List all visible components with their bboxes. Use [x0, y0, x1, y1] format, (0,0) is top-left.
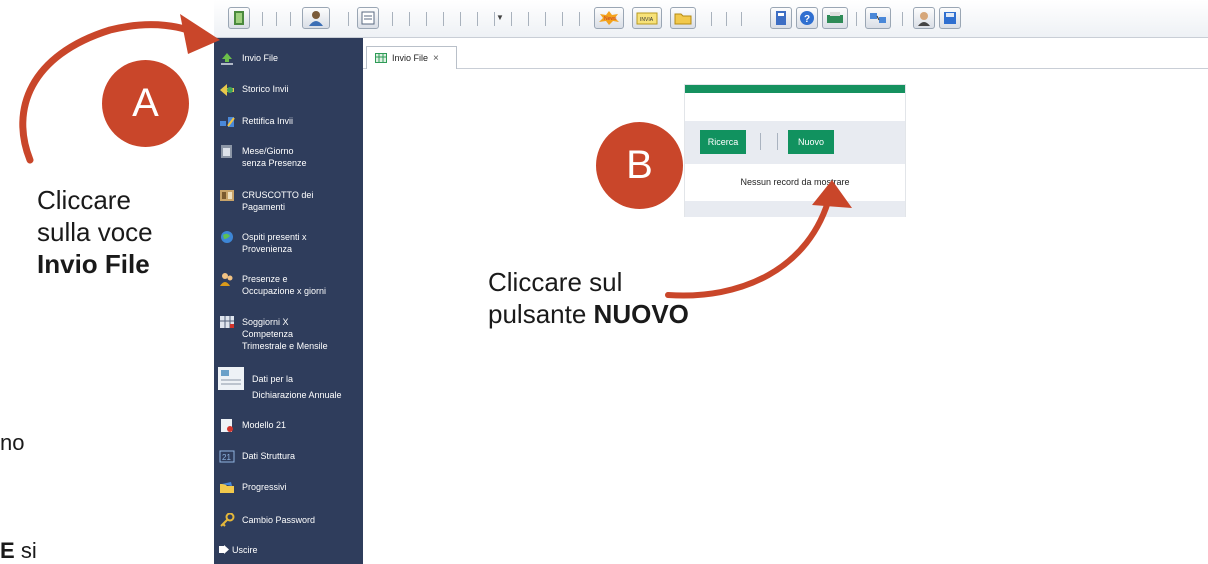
sidebar-item-progressivi[interactable]: Progressivi	[214, 480, 363, 494]
sidebar-item-soggiorni[interactable]: Soggiorni X Competenza Trimestrale e Men…	[214, 315, 363, 352]
clipped-text-2-bold: E	[0, 538, 15, 563]
sidebar-item-label: Modello 21	[242, 420, 287, 430]
badge-a: A	[102, 60, 189, 147]
panel-header-bar	[685, 85, 905, 93]
panel-toolbar: Ricerca Nuovo	[685, 121, 905, 164]
tab-label: Invio File	[392, 53, 429, 63]
note-a: Cliccare sulla voce Invio File	[37, 184, 153, 280]
note-a-bold: Invio File	[37, 249, 150, 279]
edit-icon	[220, 117, 235, 127]
upload-icon	[221, 53, 233, 65]
clipped-text-2: E si	[0, 538, 37, 564]
table-icon	[375, 53, 387, 63]
sidebar-item-storico-invii[interactable]: Storico Invii	[214, 82, 363, 96]
logout-icon	[219, 545, 229, 554]
operator-icon[interactable]	[913, 7, 935, 29]
sidebar-item-dichiarazione[interactable]: Dati per la Dichiarazione Annuale	[214, 366, 363, 403]
svg-text:News: News	[604, 16, 617, 22]
clipped-text-1: no	[0, 430, 25, 455]
tab-invio-file[interactable]: Invio File ×	[366, 46, 457, 69]
sidebar-item-label: CRUSCOTTO dei Pagamenti	[242, 190, 314, 212]
tab-strip: Invio File ×	[363, 38, 1208, 69]
sidebar-item-label: Invio File	[242, 53, 279, 63]
key-icon	[220, 513, 235, 527]
sidebar-item-modello-21[interactable]: Modello 21	[214, 418, 363, 432]
sidebar-item-rettifica-invii[interactable]: Rettifica Invii	[214, 114, 363, 128]
exit-door-icon[interactable]	[228, 7, 250, 29]
content-panel: Ricerca Nuovo Nessun record da mostrare	[684, 84, 906, 217]
note-b-line2: pulsante	[488, 299, 587, 329]
sidebar-item-label: Presenze e Occupazione x giorni	[242, 274, 327, 296]
toolbar: ▼ News INVIA ?	[214, 0, 1208, 38]
panel-footer	[685, 201, 905, 217]
history-icon	[220, 84, 234, 96]
chevron-down-icon[interactable]: ▼	[496, 13, 504, 22]
sidebar-item-invio-file[interactable]: Invio File	[214, 51, 363, 65]
badge-b: B	[596, 122, 683, 209]
clipped-text-2-rest: si	[20, 538, 37, 563]
dashboard-icon	[220, 190, 234, 201]
close-icon[interactable]: ×	[433, 53, 439, 64]
save-icon[interactable]	[939, 7, 961, 29]
model-icon	[221, 419, 233, 432]
note-b-line1: Cliccare sul	[488, 267, 623, 297]
search-button[interactable]: Ricerca	[700, 130, 746, 154]
sidebar: Invio File Storico Invii Rettifica Invii…	[214, 38, 363, 564]
svg-text:?: ?	[804, 14, 810, 25]
sidebar-item-presenze[interactable]: Presenze e Occupazione x giorni	[214, 272, 363, 297]
sidebar-item-label: Dati Struttura	[242, 451, 296, 461]
note-a-line1: Cliccare	[37, 185, 131, 215]
document-icon	[218, 367, 244, 390]
sidebar-item-label: Soggiorni X Competenza Trimestrale e Men…	[242, 317, 328, 351]
note-b: Cliccare sul pulsante NUOVO	[488, 266, 689, 330]
svg-text:INVIA: INVIA	[640, 17, 654, 23]
print-icon[interactable]	[822, 7, 848, 29]
people-icon	[220, 273, 233, 286]
book-icon[interactable]	[770, 7, 792, 29]
new-button[interactable]: Nuovo	[788, 130, 834, 154]
sidebar-item-label: Cambio Password	[242, 515, 316, 525]
sidebar-item-label: Storico Invii	[242, 84, 289, 94]
form-icon[interactable]	[357, 7, 379, 29]
network-icon[interactable]	[865, 7, 891, 29]
sidebar-item-label: Progressivi	[242, 482, 287, 492]
sidebar-item-label: Uscire	[232, 545, 258, 555]
sidebar-item-uscire[interactable]: Uscire	[214, 543, 363, 557]
sidebar-item-dati-struttura[interactable]: 21 Dati Struttura	[214, 449, 363, 463]
invia-icon[interactable]: INVIA	[632, 7, 662, 29]
news-icon[interactable]: News	[594, 7, 624, 29]
user-menu-icon[interactable]	[302, 7, 330, 29]
building-icon: 21	[219, 450, 235, 463]
sidebar-item-ospiti[interactable]: Ospiti presenti x Provenienza	[214, 230, 363, 255]
folder-icon	[220, 482, 234, 493]
svg-text:21: 21	[222, 453, 231, 462]
sidebar-item-label: Dati per la Dichiarazione Annuale	[252, 374, 342, 400]
sidebar-item-cruscotto[interactable]: CRUSCOTTO dei Pagamenti	[214, 188, 363, 213]
empty-message: Nessun record da mostrare	[740, 177, 850, 187]
sidebar-item-label: Mese/Giorno senza Presenze	[242, 146, 307, 168]
note-b-bold: NUOVO	[593, 299, 689, 329]
note-a-line2: sulla voce	[37, 217, 153, 247]
sidebar-item-mese-giorno[interactable]: Mese/Giorno senza Presenze	[214, 144, 363, 169]
globe-icon	[221, 231, 233, 243]
sidebar-item-label: Rettifica Invii	[242, 116, 294, 126]
folder-icon[interactable]	[670, 7, 696, 29]
calendar-icon	[221, 145, 232, 158]
help-icon[interactable]: ?	[796, 7, 818, 29]
grid-icon	[220, 316, 234, 328]
sidebar-item-cambio-password[interactable]: Cambio Password	[214, 513, 363, 527]
sidebar-item-label: Ospiti presenti x Provenienza	[242, 232, 307, 254]
